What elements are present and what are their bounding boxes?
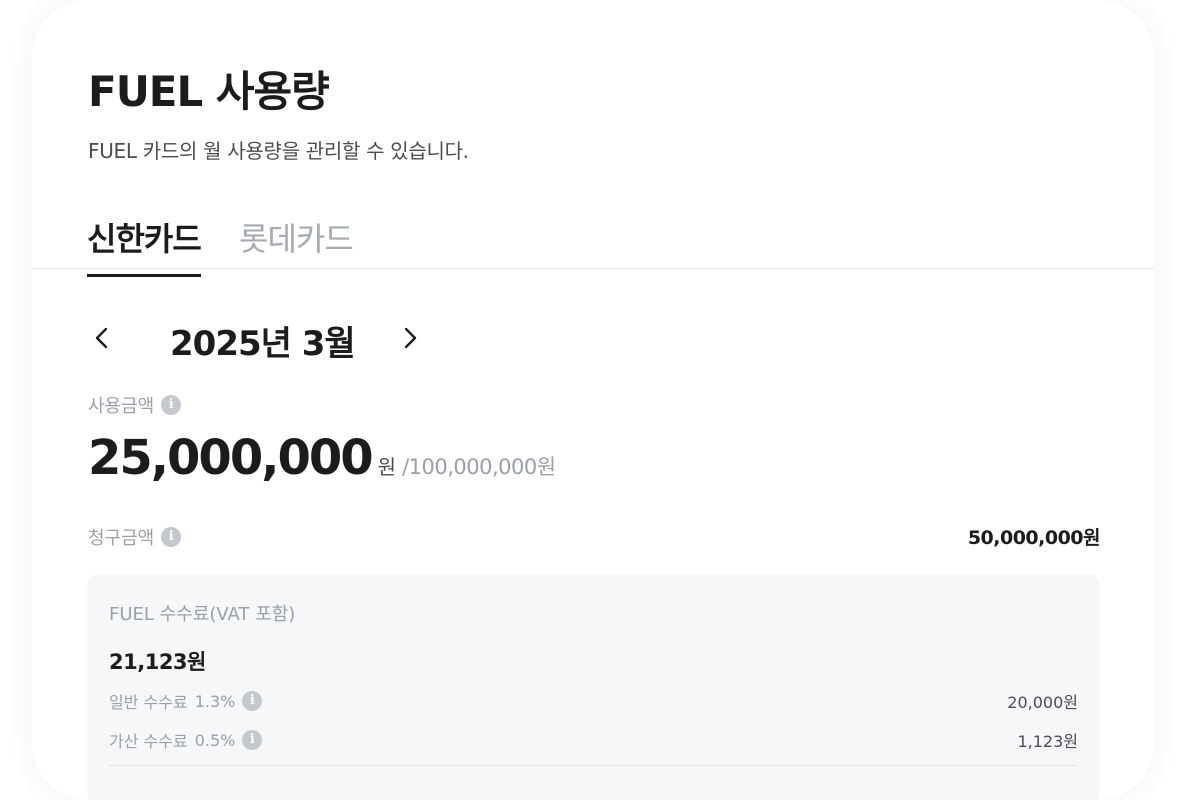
tab-label: 롯데카드 [239, 220, 354, 258]
usage-amount: 25,000,000 원 /100,000,000원 [88, 430, 556, 486]
usage-amount-unit: 원 [377, 455, 397, 479]
fee-row-amount: 20,000원 [1007, 693, 1078, 712]
fuel-usage-card: FUEL 사용량 FUEL 카드의 월 사용량을 관리할 수 있습니다. 신한카… [32, 0, 1154, 800]
active-tab-indicator [87, 274, 201, 277]
fee-row-general: 일반 수수료 1.3% i 20,000원 [109, 689, 1078, 713]
fee-row-amount: 1,123원 [1017, 732, 1078, 751]
chevron-right-icon [404, 327, 417, 349]
fee-row-rate: 1.3% [194, 691, 236, 711]
page-title: FUEL 사용량 [88, 67, 330, 116]
page-subtitle: FUEL 카드의 월 사용량을 관리할 수 있습니다. [88, 139, 469, 163]
fee-divider [109, 765, 1078, 766]
chevron-left-icon [95, 327, 108, 349]
usage-label: 사용금액 [88, 396, 155, 417]
tab-label: 신한카드 [87, 220, 202, 258]
fee-total: 21,123원 [109, 650, 206, 674]
fee-row-additional: 가산 수수료 0.5% i 1,123원 [109, 728, 1078, 752]
usage-amount-value: 25,000,000 [88, 430, 374, 486]
fee-row-rate: 0.5% [194, 730, 236, 750]
usage-label-row: 사용금액 i [88, 392, 182, 418]
fee-title: FUEL 수수료(VAT 포함) [109, 604, 296, 625]
info-icon[interactable]: i [161, 527, 182, 547]
tab-shinhan-card[interactable]: 신한카드 [87, 214, 202, 277]
billing-amount: 50,000,000원 [967, 527, 1101, 549]
info-icon[interactable]: i [161, 395, 182, 415]
usage-limit: /100,000,000원 [402, 455, 556, 479]
fee-row-label: 가산 수수료 [109, 732, 188, 751]
prev-month-button[interactable] [88, 322, 116, 354]
month-navigator: 2025년 3월 [88, 314, 428, 364]
next-month-button[interactable] [396, 322, 424, 354]
fee-row-label: 일반 수수료 [109, 693, 188, 712]
tab-lotte-card[interactable]: 롯데카드 [239, 214, 354, 260]
info-icon[interactable]: i [242, 730, 263, 750]
card-tabs: 신한카드 롯데카드 [32, 210, 1154, 277]
current-month: 2025년 3월 [170, 324, 356, 364]
billing-label: 청구금액 [88, 528, 155, 549]
fuel-fee-panel: FUEL 수수료(VAT 포함) 21,123원 일반 수수료 1.3% i 2… [87, 574, 1100, 800]
info-icon[interactable]: i [242, 691, 263, 711]
billing-label-row: 청구금액 i [88, 524, 182, 550]
